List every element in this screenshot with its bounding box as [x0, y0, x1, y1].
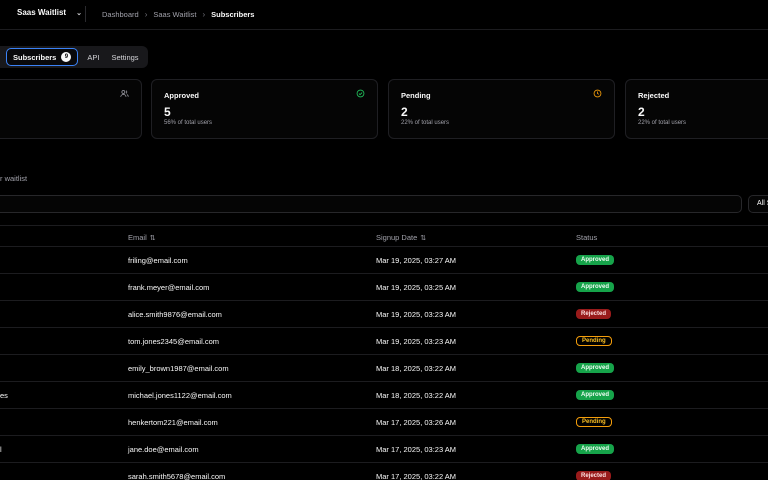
email-header-label: Email — [128, 233, 147, 242]
status-badge: Approved — [576, 444, 615, 454]
email-cell: alice.smith9876@email.com — [128, 310, 222, 319]
approved-percentage: 56% of total users — [164, 120, 213, 126]
tab-api[interactable]: API — [84, 48, 102, 66]
clock-icon — [593, 89, 602, 98]
rejected-value: 2 — [638, 105, 645, 119]
status-cell: Approved — [576, 362, 615, 373]
breadcrumb-current: Subscribers — [211, 10, 255, 19]
chevron-right-icon: › — [144, 10, 148, 19]
status-cell: Approved — [576, 254, 615, 265]
tab-settings[interactable]: Settings — [108, 48, 141, 66]
name-cell: es — [0, 391, 8, 400]
signup-date-cell: Mar 19, 2025, 03:23 AM — [376, 337, 457, 346]
tab-subscribers[interactable]: Subscribers 9 — [6, 48, 79, 66]
email-cell: frank.meyer@email.com — [128, 283, 210, 292]
status-cell: Pending — [576, 416, 612, 427]
status-cell: Pending — [576, 335, 612, 346]
breadcrumb-project[interactable]: Saas Waitlist — [153, 10, 196, 19]
status-badge: Approved — [576, 255, 615, 265]
status-cell: Rejected — [576, 308, 612, 319]
table-body: friling@email.com Mar 19, 2025, 03:27 AM A… — [0, 247, 768, 480]
check-circle-icon — [356, 89, 365, 98]
tab-subscribers-label: Subscribers — [13, 52, 57, 62]
email-cell: henkertom221@email.com — [128, 418, 218, 427]
signup-date-cell: Mar 18, 2025, 03:22 AM — [376, 364, 457, 373]
table-row[interactable]: emily_brown1987@email.com Mar 18, 2025, 0… — [0, 355, 768, 382]
signup-date-cell: Mar 19, 2025, 03:25 AM — [376, 283, 457, 292]
table-description: r waitlist — [0, 174, 28, 183]
total-users-card — [0, 79, 142, 139]
users-icon — [120, 90, 129, 97]
approved-label: Approved — [164, 91, 200, 100]
rejected-label: Rejected — [638, 91, 670, 100]
table-row[interactable]: frank.meyer@email.com Mar 19, 2025, 03:25… — [0, 274, 768, 301]
status-badge: Approved — [576, 390, 615, 400]
signup-date-cell: Mar 17, 2025, 03:23 AM — [376, 445, 457, 454]
pending-percentage: 22% of total users — [401, 120, 450, 126]
table-row[interactable]: alice.smith9876@email.com Mar 19, 2025, 0… — [0, 301, 768, 328]
subscriber-count-badge: 9 — [61, 52, 72, 62]
signup-date-cell: Mar 17, 2025, 03:26 AM — [376, 418, 457, 427]
email-cell: tom.jones2345@email.com — [128, 337, 219, 346]
pending-label: Pending — [401, 91, 431, 100]
tab-bar: Subscribers 9 API Settings — [0, 46, 148, 68]
divider — [85, 6, 86, 22]
status-cell: Approved — [576, 389, 615, 400]
sort-icon: ⇅ — [420, 234, 427, 242]
status-badge: Approved — [576, 282, 615, 292]
breadcrumb-dashboard[interactable]: Dashboard — [102, 10, 139, 19]
email-cell: jane.doe@email.com — [128, 445, 199, 454]
sort-icon: ⇅ — [149, 234, 156, 242]
signup-date-column-header[interactable]: Signup Date ⇅ — [376, 233, 426, 242]
signup-date-cell: Mar 18, 2025, 03:22 AM — [376, 391, 457, 400]
chevron-down-icon: ⌄ — [76, 9, 82, 17]
approved-card: Approved 5 56% of total users — [151, 79, 378, 139]
search-input[interactable] — [0, 195, 742, 213]
status-filter-select[interactable]: All S — [748, 195, 768, 213]
project-name: Saas Waitlist — [17, 8, 67, 17]
status-cell: Rejected — [576, 470, 612, 480]
status-badge: Rejected — [576, 471, 612, 480]
top-bar: Saas Waitlist ⌄ Dashboard › Saas Waitlis… — [0, 0, 768, 30]
status-badge: Rejected — [576, 309, 612, 319]
table-row[interactable]: friling@email.com Mar 19, 2025, 03:27 AM A… — [0, 247, 768, 274]
pending-value: 2 — [401, 105, 408, 119]
table-row[interactable]: es michael.jones1122@email.com Mar 18, 202… — [0, 382, 768, 409]
table-row[interactable]: l jane.doe@email.com Mar 17, 2025, 03:23 A… — [0, 436, 768, 463]
email-column-header[interactable]: Email ⇅ — [128, 233, 156, 242]
table-row[interactable]: sarah.smith5678@email.com Mar 17, 2025, 0… — [0, 463, 768, 480]
signup-date-cell: Mar 19, 2025, 03:23 AM — [376, 310, 457, 319]
signup-header-label: Signup Date — [376, 233, 418, 242]
chevron-right-icon: › — [202, 10, 206, 19]
status-badge: Pending — [576, 336, 612, 346]
project-switcher[interactable]: Saas Waitlist ⌄ — [17, 8, 82, 17]
breadcrumb: Dashboard › Saas Waitlist › Subscribers — [102, 10, 254, 19]
approved-value: 5 — [164, 105, 171, 119]
status-badge: Approved — [576, 363, 615, 373]
status-column-header: Status — [576, 233, 597, 242]
rejected-percentage: 22% of total users — [638, 120, 687, 126]
rejected-card: Rejected 2 22% of total users — [625, 79, 768, 139]
email-cell: friling@email.com — [128, 256, 188, 265]
table-row[interactable]: henkertom221@email.com Mar 17, 2025, 03:2… — [0, 409, 768, 436]
status-cell: Approved — [576, 443, 615, 454]
status-badge: Pending — [576, 417, 612, 427]
signup-date-cell: Mar 19, 2025, 03:27 AM — [376, 256, 457, 265]
signup-date-cell: Mar 17, 2025, 03:22 AM — [376, 472, 457, 480]
email-cell: michael.jones1122@email.com — [128, 391, 232, 400]
status-cell: Approved — [576, 281, 615, 292]
pending-card: Pending 2 22% of total users — [388, 79, 615, 139]
email-cell: emily_brown1987@email.com — [128, 364, 229, 373]
email-cell: sarah.smith5678@email.com — [128, 472, 226, 480]
name-cell: l — [0, 445, 2, 454]
status-header-label: Status — [576, 233, 598, 242]
subscribers-table: Email ⇅ Signup Date ⇅ Status friling@ema… — [0, 225, 768, 480]
table-header: Email ⇅ Signup Date ⇅ Status — [0, 225, 768, 247]
table-row[interactable]: tom.jones2345@email.com Mar 19, 2025, 03:… — [0, 328, 768, 355]
